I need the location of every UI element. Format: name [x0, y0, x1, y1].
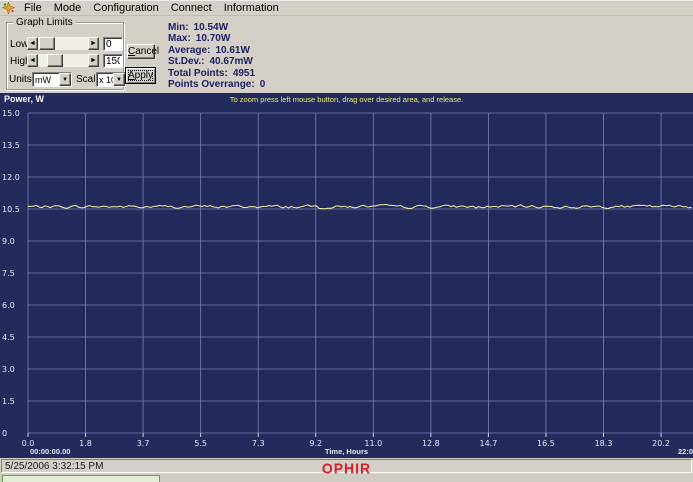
- time-axis-row: 00:00:00.00 Time, Hours 22:0: [0, 447, 693, 457]
- stat-average: Average:10.61W: [168, 45, 265, 56]
- low-value-input[interactable]: [103, 37, 123, 51]
- background-window-edge: [2, 475, 160, 482]
- high-value-input[interactable]: [103, 54, 123, 68]
- svg-text:13.5: 13.5: [2, 141, 20, 150]
- svg-text:4.5: 4.5: [2, 333, 15, 342]
- graph-limits-title: Graph Limits: [13, 17, 76, 28]
- control-panel: Graph Limits Low ◄ ► High ◄ ► Units mW ▼…: [0, 16, 693, 93]
- svg-text:1.5: 1.5: [2, 397, 15, 406]
- units-value: mW: [35, 75, 51, 85]
- low-scroll-left-arrow-icon[interactable]: ◄: [27, 37, 38, 50]
- scale-dropdown[interactable]: x 100 ▼: [96, 72, 126, 87]
- power-chart[interactable]: 15.013.512.010.59.07.56.04.53.01.500.01.…: [0, 93, 693, 458]
- apply-button[interactable]: Apply: [125, 67, 156, 84]
- svg-text:9.0: 9.0: [2, 237, 15, 246]
- svg-text:7.5: 7.5: [2, 269, 15, 278]
- menu-file[interactable]: File: [18, 1, 48, 15]
- menu-connect[interactable]: Connect: [165, 1, 218, 15]
- zoom-hint-text: To zoom press left mouse button, drag ov…: [0, 95, 693, 104]
- high-scroll-right-arrow-icon[interactable]: ►: [88, 54, 99, 67]
- low-scrollbar[interactable]: ◄ ►: [27, 37, 99, 50]
- units-dropdown[interactable]: mW ▼: [32, 72, 72, 87]
- units-dropdown-arrow-icon[interactable]: ▼: [59, 73, 71, 86]
- stat-min: Min:10.54W: [168, 22, 265, 33]
- statistics-panel: Min:10.54W Max:10.70W Average:10.61W St.…: [168, 22, 265, 90]
- scale-dropdown-arrow-icon[interactable]: ▼: [113, 73, 125, 86]
- plot-svg[interactable]: 15.013.512.010.59.07.56.04.53.01.500.01.…: [0, 93, 693, 458]
- low-scroll-right-arrow-icon[interactable]: ►: [88, 37, 99, 50]
- menu-bar: File Mode Configuration Connect Informat…: [0, 1, 693, 16]
- bottom-edge-strip: [0, 474, 693, 482]
- menu-information[interactable]: Information: [218, 1, 285, 15]
- low-scrollbar-thumb[interactable]: [39, 37, 55, 50]
- svg-text:0: 0: [2, 429, 7, 438]
- status-panel: 5/25/2006 3:32:15 PM OPHIR: [1, 459, 692, 473]
- stat-max: Max:10.70W: [168, 33, 265, 44]
- menu-configuration[interactable]: Configuration: [87, 1, 164, 15]
- low-label: Low: [10, 39, 28, 50]
- svg-text:15.0: 15.0: [2, 109, 20, 118]
- menu-mode[interactable]: Mode: [48, 1, 88, 15]
- high-scrollbar-thumb[interactable]: [47, 54, 63, 67]
- svg-text:10.5: 10.5: [2, 205, 20, 214]
- cancel-button[interactable]: Cancel: [127, 44, 155, 59]
- stat-stdev: St.Dev.:40.67mW: [168, 56, 265, 67]
- high-scroll-left-arrow-icon[interactable]: ◄: [27, 54, 38, 67]
- svg-text:6.0: 6.0: [2, 301, 15, 310]
- stat-points-overrange: Points Overrange:0: [168, 79, 265, 90]
- units-label: Units: [9, 74, 32, 85]
- app-icon: [2, 2, 15, 14]
- high-scrollbar[interactable]: ◄ ►: [27, 54, 99, 67]
- application-window: File Mode Configuration Connect Informat…: [0, 0, 693, 482]
- svg-text:3.0: 3.0: [2, 365, 15, 374]
- end-time-label: 22:0: [678, 447, 693, 456]
- svg-text:12.0: 12.0: [2, 173, 20, 182]
- status-bar: 5/25/2006 3:32:15 PM OPHIR: [0, 458, 693, 474]
- x-axis-title: Time, Hours: [0, 447, 693, 456]
- stat-total-points: Total Points:4951: [168, 68, 265, 79]
- apply-focus-rect: [128, 70, 153, 81]
